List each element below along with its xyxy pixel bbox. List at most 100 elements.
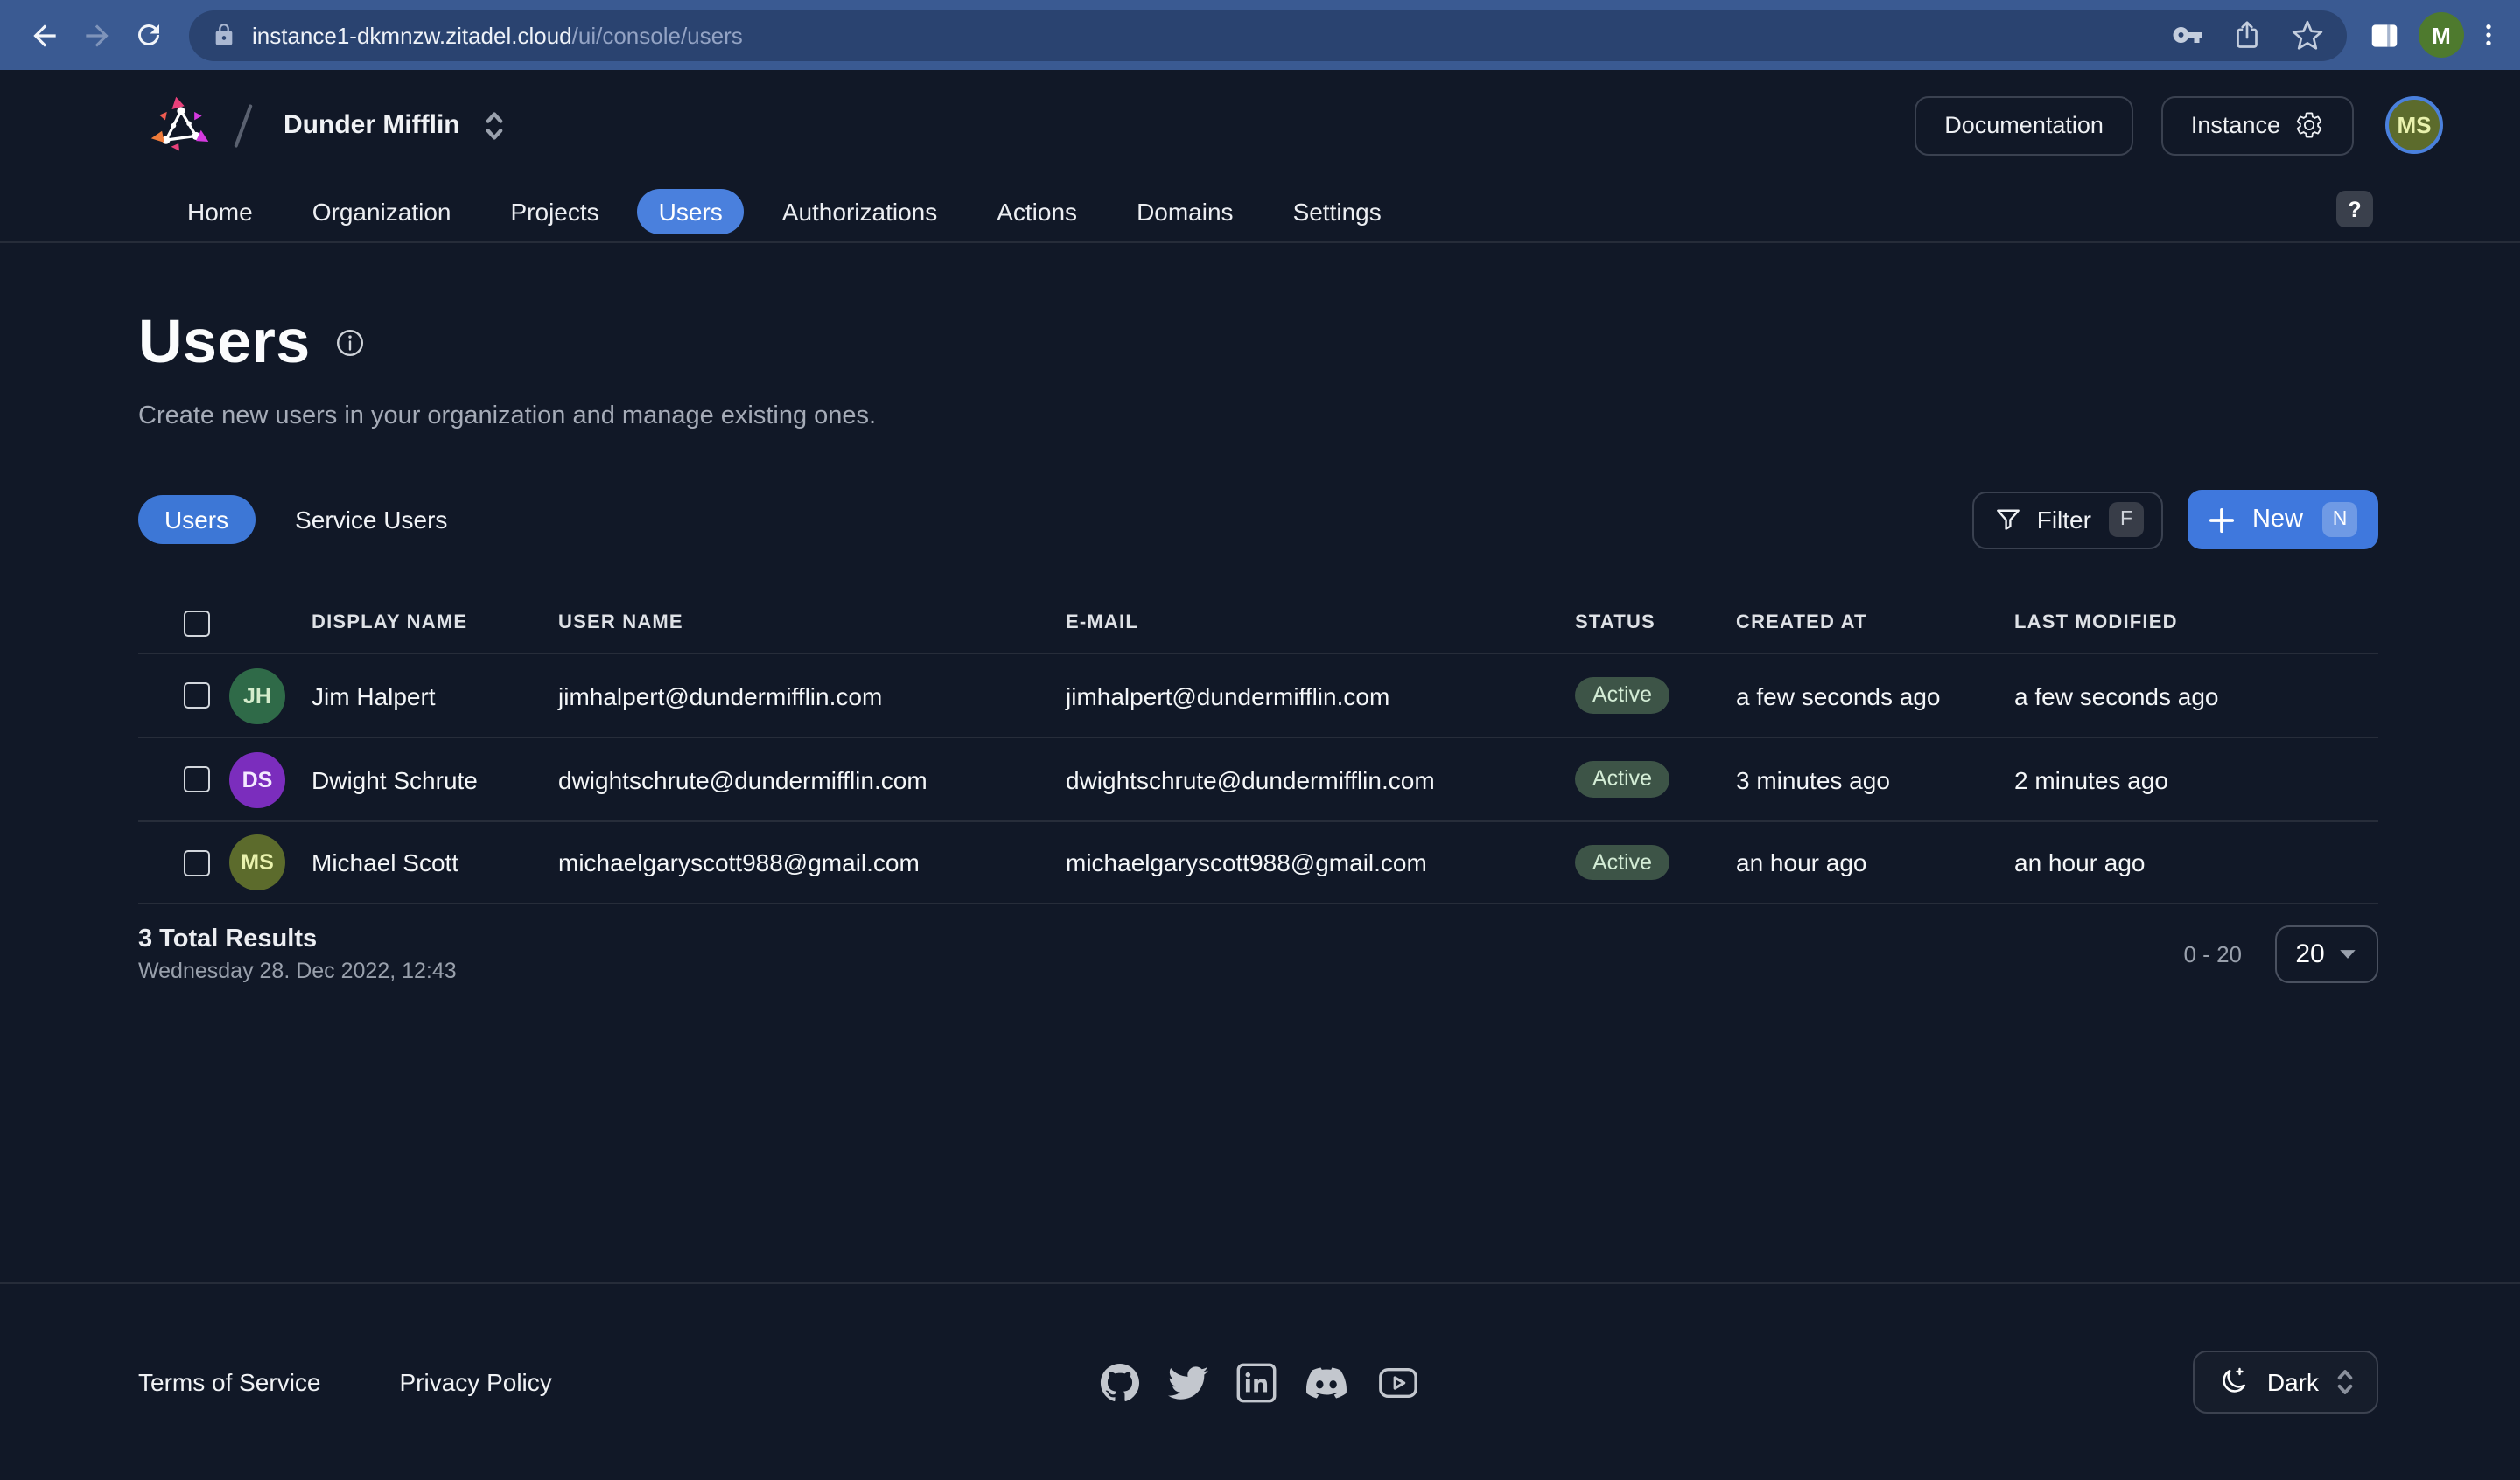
share-icon[interactable] — [2231, 19, 2263, 51]
table-header-row: DISPLAY NAME USER NAME E-MAIL STATUS CRE… — [138, 593, 2378, 653]
forward-arrow-icon — [80, 18, 113, 52]
zitadel-logo[interactable] — [147, 92, 214, 158]
org-switcher-icon[interactable] — [485, 109, 504, 141]
select-all-checkbox[interactable] — [184, 610, 210, 636]
github-icon[interactable] — [1100, 1362, 1140, 1402]
results-timestamp: Wednesday 28. Dec 2022, 12:43 — [138, 959, 457, 983]
cell-last-modified: an hour ago — [2014, 848, 2378, 876]
cell-display-name: Jim Halpert — [312, 681, 558, 709]
row-checkbox[interactable] — [184, 849, 210, 876]
main-nav: Home Organization Projects Users Authori… — [0, 180, 2520, 241]
browser-reload-button[interactable] — [122, 9, 175, 61]
org-row: Dunder Mifflin Documentation Instance MS — [0, 70, 2520, 180]
table-row[interactable]: DS Dwight Schrute dwightschrute@dundermi… — [138, 737, 2378, 820]
cell-created-at: a few seconds ago — [1736, 681, 2014, 709]
caret-down-icon — [2339, 948, 2358, 960]
new-button[interactable]: New N — [2188, 490, 2378, 549]
nav-item-organization[interactable]: Organization — [291, 188, 472, 234]
cell-last-modified: a few seconds ago — [2014, 681, 2378, 709]
browser-toolbar: instance1-dkmnzw.zitadel.cloud/ui/consol… — [0, 0, 2520, 70]
url-text: instance1-dkmnzw.zitadel.cloud/ui/consol… — [252, 22, 743, 48]
cell-user-name: jimhalpert@dundermifflin.com — [558, 681, 1066, 709]
status-badge: Active — [1575, 845, 1670, 881]
page-subtitle: Create new users in your organization an… — [138, 402, 2378, 430]
browser-back-button[interactable] — [18, 9, 70, 61]
table-row[interactable]: MS Michael Scott michaelgaryscott988@gma… — [138, 820, 2378, 904]
col-user-name: USER NAME — [558, 612, 1066, 633]
status-badge: Active — [1575, 678, 1670, 714]
password-key-icon[interactable] — [2172, 19, 2203, 51]
privacy-policy-link[interactable]: Privacy Policy — [400, 1368, 552, 1396]
youtube-icon[interactable] — [1376, 1362, 1420, 1402]
browser-profile-avatar[interactable]: M — [2418, 12, 2464, 58]
col-display-name: DISPLAY NAME — [312, 612, 558, 633]
url-path: /ui/console/users — [572, 22, 743, 48]
back-arrow-icon — [27, 18, 60, 52]
theme-label: Dark — [2267, 1368, 2319, 1396]
cell-user-name: michaelgaryscott988@gmail.com — [558, 848, 1066, 876]
col-email: E-MAIL — [1066, 612, 1575, 633]
instance-button[interactable]: Instance — [2161, 95, 2354, 155]
filter-label: Filter — [2037, 506, 2091, 534]
browser-menu-icon[interactable] — [2474, 21, 2502, 49]
page-range: 0 - 20 — [2184, 941, 2243, 967]
moon-icon — [2218, 1366, 2250, 1398]
browser-forward-button[interactable] — [70, 9, 122, 61]
tab-service-users[interactable]: Service Users — [269, 495, 473, 544]
info-icon[interactable] — [335, 327, 367, 359]
toolbar: Users Service Users Filter F New N — [138, 490, 2378, 549]
avatar: JH — [229, 667, 285, 723]
users-table: DISPLAY NAME USER NAME E-MAIL STATUS CRE… — [138, 593, 2378, 904]
org-name[interactable]: Dunder Mifflin — [284, 110, 460, 140]
page-size-select[interactable]: 20 — [2275, 925, 2378, 983]
linkedin-icon[interactable] — [1236, 1362, 1277, 1402]
filter-funnel-icon — [1995, 506, 2021, 533]
nav-item-home[interactable]: Home — [166, 188, 274, 234]
documentation-label: Documentation — [1944, 112, 2104, 138]
status-badge: Active — [1575, 762, 1670, 798]
nav-item-projects[interactable]: Projects — [490, 188, 620, 234]
twitter-icon[interactable] — [1168, 1362, 1208, 1402]
new-label: New — [2252, 506, 2303, 534]
cell-created-at: an hour ago — [1736, 848, 2014, 876]
col-created-at: CREATED AT — [1736, 612, 2014, 633]
bookmark-star-icon[interactable] — [2291, 18, 2324, 52]
social-links — [1100, 1362, 1420, 1402]
documentation-button[interactable]: Documentation — [1914, 95, 2133, 155]
discord-icon[interactable] — [1305, 1362, 1348, 1402]
col-last-modified: LAST MODIFIED — [2014, 612, 2378, 633]
cell-created-at: 3 minutes ago — [1736, 765, 2014, 793]
theme-select[interactable]: Dark — [2194, 1351, 2378, 1414]
side-panel-icon[interactable] — [2368, 18, 2401, 52]
cell-user-name: dwightschrute@dundermifflin.com — [558, 765, 1066, 793]
cell-last-modified: 2 minutes ago — [2014, 765, 2378, 793]
tab-users[interactable]: Users — [138, 495, 255, 544]
avatar: DS — [229, 751, 285, 807]
main-content: Users Create new users in your organizat… — [0, 243, 2520, 1282]
nav-item-domains[interactable]: Domains — [1116, 188, 1255, 234]
nav-item-authorizations[interactable]: Authorizations — [761, 188, 958, 234]
address-bar[interactable]: instance1-dkmnzw.zitadel.cloud/ui/consol… — [189, 10, 2347, 60]
page-title: Users — [138, 308, 311, 378]
cell-email: jimhalpert@dundermifflin.com — [1066, 681, 1575, 709]
terms-of-service-link[interactable]: Terms of Service — [138, 1368, 321, 1396]
gear-icon — [2294, 110, 2324, 140]
filter-shortcut-badge: F — [2109, 502, 2144, 537]
app-header: Dunder Mifflin Documentation Instance MS… — [0, 70, 2520, 243]
cell-email: dwightschrute@dundermifflin.com — [1066, 765, 1575, 793]
reload-icon — [133, 19, 164, 51]
page-size-value: 20 — [2295, 939, 2324, 969]
nav-item-actions[interactable]: Actions — [976, 188, 1098, 234]
filter-button[interactable]: Filter F — [1972, 491, 2163, 548]
nav-item-settings[interactable]: Settings — [1272, 188, 1403, 234]
total-results: 3 Total Results — [138, 925, 457, 953]
table-row[interactable]: JH Jim Halpert jimhalpert@dundermifflin.… — [138, 653, 2378, 737]
row-checkbox[interactable] — [184, 766, 210, 792]
user-avatar[interactable]: MS — [2385, 96, 2443, 154]
theme-unfold-icon — [2336, 1368, 2354, 1396]
help-button[interactable]: ? — [2336, 191, 2373, 227]
row-checkbox[interactable] — [184, 682, 210, 709]
plus-icon — [2208, 506, 2235, 533]
nav-item-users[interactable]: Users — [638, 188, 744, 234]
cell-display-name: Dwight Schrute — [312, 765, 558, 793]
